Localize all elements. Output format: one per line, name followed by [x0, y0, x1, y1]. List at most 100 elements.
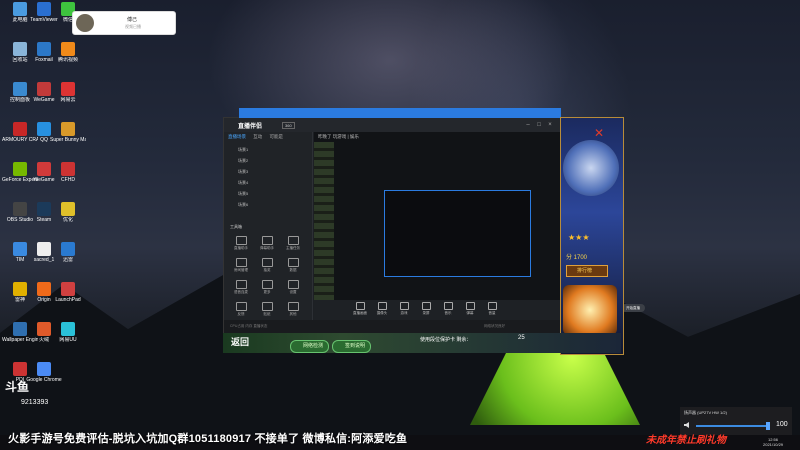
protect-card-count: 25: [518, 335, 525, 341]
warning-text: 未成年禁止刷礼物: [646, 435, 726, 446]
leaderboard-button[interactable]: 排行榜: [566, 265, 608, 277]
tool-button[interactable]: 抽奖: [258, 258, 276, 272]
desktop-icon[interactable]: 网易云: [50, 82, 86, 108]
back-button[interactable]: 返回: [231, 335, 249, 348]
tool-button[interactable]: 数据: [284, 258, 302, 272]
version-badge[interactable]: 360: [282, 122, 295, 129]
protect-card-text: 使用段位保护卡 剩余：: [420, 337, 472, 343]
toolbar-label: 音乐: [444, 311, 452, 315]
toolbox-title: 工具箱: [230, 224, 242, 229]
app-icon: [61, 122, 75, 136]
desktop-icon[interactable]: 迅雷: [50, 242, 86, 268]
tool-button[interactable]: 主播任务: [284, 236, 302, 250]
app-icon: [37, 162, 51, 176]
app-icon: [13, 242, 27, 256]
app-icon: [61, 202, 75, 216]
tool-button[interactable]: 设置: [284, 280, 302, 294]
checkin-info-button[interactable]: 签到说明: [332, 340, 372, 353]
toolbar-icon: [377, 302, 387, 310]
scene-row[interactable]: 场景5: [238, 191, 248, 197]
desktop-icon-label: 优化: [62, 217, 73, 223]
stream-toolbar: 开始直播 直播画面 摄像头 游戏 录屏 音乐 弹幕 音量: [314, 300, 645, 320]
toolbar-button[interactable]: 游戏: [394, 302, 414, 316]
toolbar-label: 弹幕: [466, 311, 474, 315]
toolbar-icon: [443, 302, 453, 310]
chat-list: [314, 142, 334, 302]
toolbar-button[interactable]: 音乐: [438, 302, 458, 316]
app-icon: [61, 322, 75, 336]
score-label: 分 1700: [566, 255, 588, 261]
scene-row[interactable]: 场景3: [238, 169, 248, 175]
app-icon: [13, 322, 27, 336]
volume-slider-thumb[interactable]: [766, 422, 770, 430]
tool-icon: [261, 258, 273, 267]
tool-icon: [235, 258, 247, 267]
toolbar-label: 摄像头: [376, 311, 388, 315]
toolbar-button[interactable]: 录屏: [416, 302, 436, 316]
scene-row[interactable]: 场景4: [238, 180, 248, 186]
toolbar-label: 游戏: [400, 311, 408, 315]
notification-name: 傅己: [127, 17, 138, 23]
desktop-icon-label: 腾讯视频: [57, 57, 78, 63]
toolbar-icon: [399, 302, 409, 310]
desktop-icon[interactable]: Super Bunny Man: [50, 122, 86, 148]
app-header: 直播伴侣 360 – □ ×: [224, 118, 561, 132]
tab-other[interactable]: 可能是: [270, 134, 284, 139]
clock-date: 2021/10/29: [763, 442, 784, 447]
tab-scene[interactable]: 直播场景: [228, 134, 246, 139]
tool-button[interactable]: 反馈: [232, 302, 250, 316]
tool-button[interactable]: 弹幕助手: [258, 236, 276, 250]
scene-row[interactable]: 场景1: [238, 147, 248, 153]
start-live-button[interactable]: 开始直播: [621, 304, 645, 312]
speaker-icon[interactable]: [684, 421, 692, 429]
tool-label: 更多: [263, 290, 271, 294]
streamer-window: 直播伴侣 360 – □ × 直播场景 互动 可能是 场景1 场景2 场景3 场…: [223, 108, 645, 335]
minimize-icon[interactable]: –: [524, 121, 532, 129]
maximize-icon[interactable]: □: [535, 121, 543, 129]
desktop-icon[interactable]: 优化: [50, 202, 86, 228]
notification-card[interactable]: 傅己 视频已播: [72, 11, 176, 35]
toolbar-label: 录屏: [422, 311, 430, 315]
close-icon[interactable]: ×: [546, 121, 554, 129]
desktop-icon-label: CFHD: [61, 177, 75, 183]
tool-button[interactable]: 语音连麦: [232, 280, 250, 294]
scene-row[interactable]: 场景6: [238, 202, 248, 208]
toolbar-button[interactable]: 弹幕: [460, 302, 480, 316]
tool-label: 主播任务: [286, 246, 300, 250]
tool-button[interactable]: 贴纸: [258, 302, 276, 316]
status-left: CPU占用 内存 直播状态: [230, 324, 268, 328]
desktop-icon[interactable]: 网易UU: [50, 322, 86, 348]
sidebar-tabs: 直播场景 互动 可能是: [228, 134, 289, 140]
tool-icon: [287, 236, 299, 245]
desktop-icon[interactable]: 腾讯视频: [50, 42, 86, 68]
app-icon: [37, 362, 51, 376]
tab-interact[interactable]: 互动: [253, 134, 262, 139]
network-check-button[interactable]: 网络检测: [290, 340, 330, 353]
tool-icon: [261, 302, 273, 311]
volume-slider[interactable]: [696, 425, 768, 427]
app-icon: [37, 242, 51, 256]
clock[interactable]: 12:56 2021/10/29: [763, 437, 783, 447]
tool-button[interactable]: 更多: [258, 280, 276, 294]
app-icon: [13, 122, 27, 136]
character-badge: [563, 285, 617, 335]
app-icon: [61, 242, 75, 256]
tool-button[interactable]: 其他: [284, 302, 302, 316]
tool-button[interactable]: 直播助手: [232, 236, 250, 250]
preview-area: 昨晚了 玩游戏 | 娱乐: [314, 132, 561, 318]
avatar: [76, 14, 94, 32]
room-id: 9213393: [21, 399, 49, 406]
toolbar-button[interactable]: 音量: [482, 302, 502, 316]
desktop-icon[interactable]: CFHD: [50, 162, 86, 188]
douyu-logo: 斗鱼: [5, 380, 30, 394]
tool-button[interactable]: 房间管理: [232, 258, 250, 272]
app-icon: [37, 202, 51, 216]
desktop-icon-label: Super Bunny Man: [50, 137, 86, 143]
preview-header: 昨晚了 玩游戏 | 娱乐: [318, 134, 359, 139]
app-icon: [61, 82, 75, 96]
scene-row[interactable]: 场景2: [238, 158, 248, 164]
tool-icon: [261, 280, 273, 289]
toolbar-button[interactable]: 直播画面: [350, 302, 370, 316]
toolbar-button[interactable]: 摄像头: [372, 302, 392, 316]
desktop-icon[interactable]: LaunchPad: [50, 282, 86, 308]
